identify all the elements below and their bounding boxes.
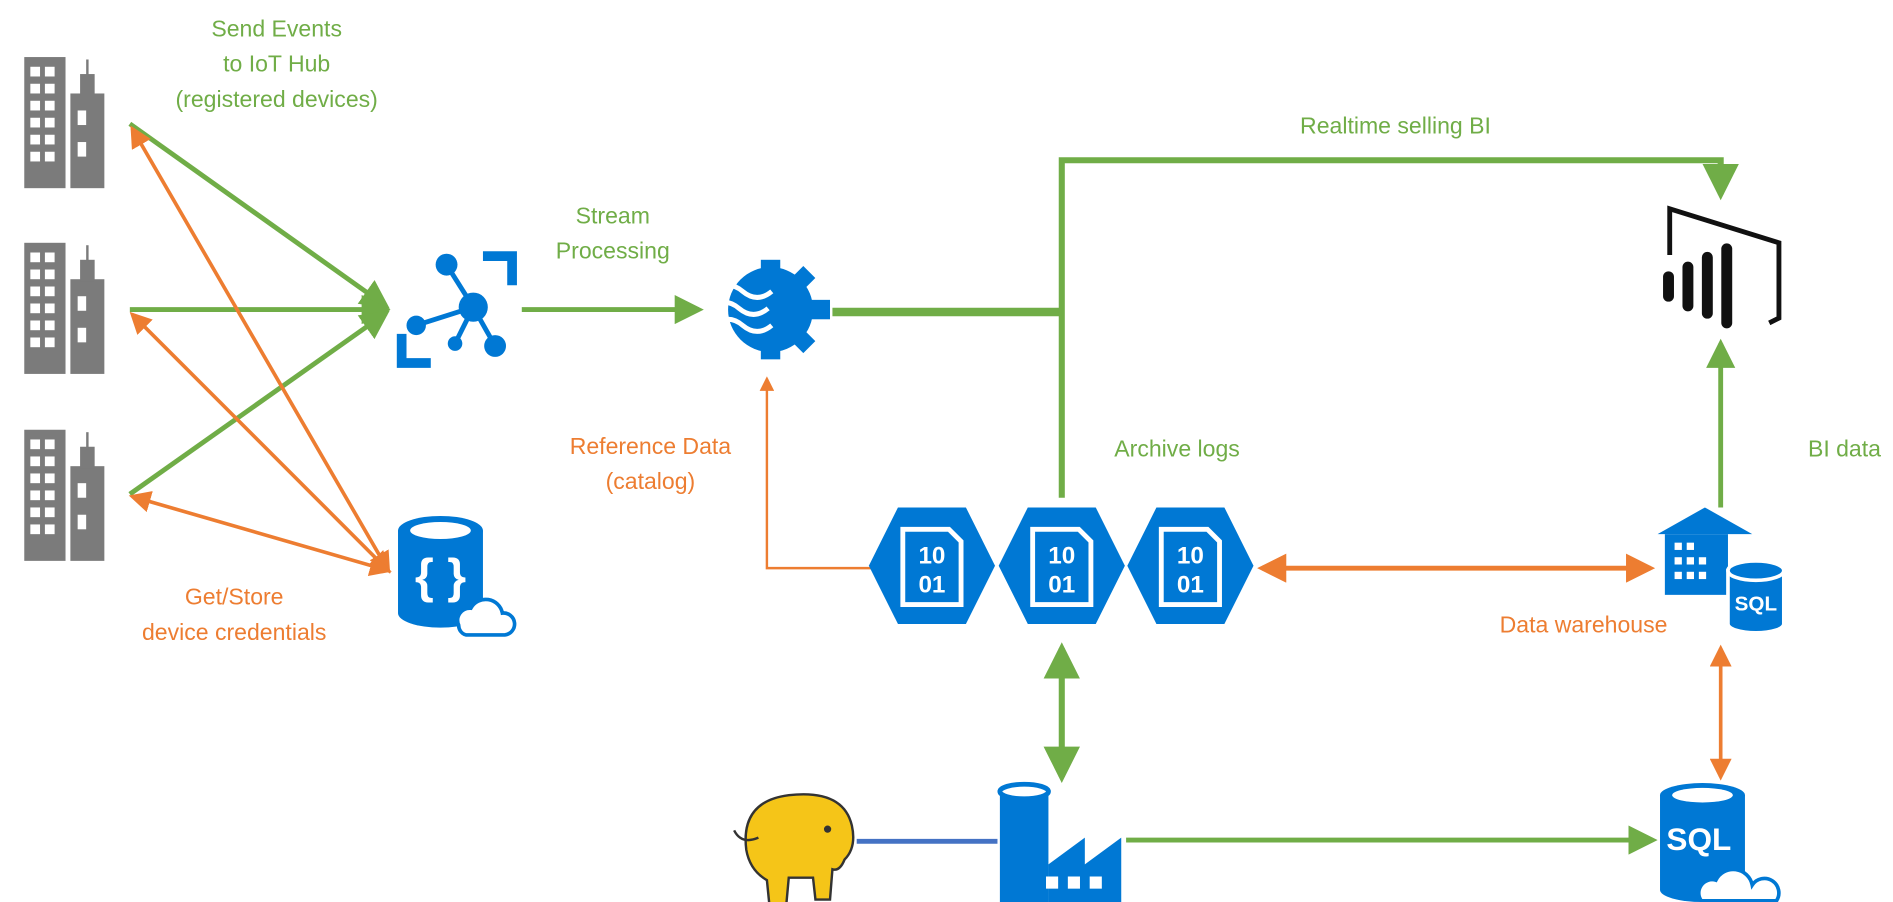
power-bi-icon xyxy=(1663,205,1782,329)
reference-data-label: Reference Data xyxy=(570,433,732,459)
data-warehouse-label: Data warehouse xyxy=(1500,611,1668,637)
svg-text:01: 01 xyxy=(1048,571,1075,598)
svg-text:01: 01 xyxy=(918,571,945,598)
svg-text:10: 10 xyxy=(1177,542,1204,569)
hadoop-elephant-icon xyxy=(733,793,855,902)
realtime-route xyxy=(832,157,1739,498)
archive-logs-label: Archive logs xyxy=(1114,435,1240,461)
sql-data-warehouse-icon: SQL xyxy=(1657,507,1786,635)
iot-hub-icon xyxy=(396,251,517,368)
device-building-1 xyxy=(24,57,105,189)
send-events-label: (registered devices) xyxy=(175,86,377,112)
architecture-diagram: Send Events to IoT Hub (registered devic… xyxy=(24,15,1881,902)
svg-text:01: 01 xyxy=(1177,571,1204,598)
stream-processing-label: Stream xyxy=(576,202,650,228)
send-events-label: Send Events xyxy=(211,15,342,41)
get-store-label: Get/Store xyxy=(185,584,284,610)
binary-blob-icon: 10 01 xyxy=(869,507,995,624)
svg-text:SQL: SQL xyxy=(1735,593,1777,616)
get-store-label: device credentials xyxy=(142,619,326,645)
svg-text:10: 10 xyxy=(918,542,945,569)
svg-text:SQL: SQL xyxy=(1666,821,1731,857)
stream-processing-label: Processing xyxy=(556,238,670,264)
svg-text:{ }: { } xyxy=(415,549,466,603)
sql-database-icon: SQL xyxy=(1660,783,1781,902)
bi-data-label: BI data xyxy=(1808,435,1881,461)
stream-analytics-icon xyxy=(708,259,831,360)
reference-data-label: (catalog) xyxy=(606,468,696,494)
send-events-label: to IoT Hub xyxy=(223,51,330,77)
reference-data-arrow xyxy=(759,376,872,570)
binary-blob-icon: 10 01 xyxy=(1127,507,1253,624)
device-building-2 xyxy=(24,242,105,374)
binary-blob-icon: 10 01 xyxy=(999,507,1125,624)
cosmos-db-icon: { } xyxy=(398,515,517,637)
data-factory-icon xyxy=(997,781,1122,902)
device-building-3 xyxy=(24,429,105,561)
realtime-bi-label: Realtime selling BI xyxy=(1300,113,1491,139)
credentials-arrows xyxy=(128,125,392,577)
svg-text:10: 10 xyxy=(1048,542,1075,569)
